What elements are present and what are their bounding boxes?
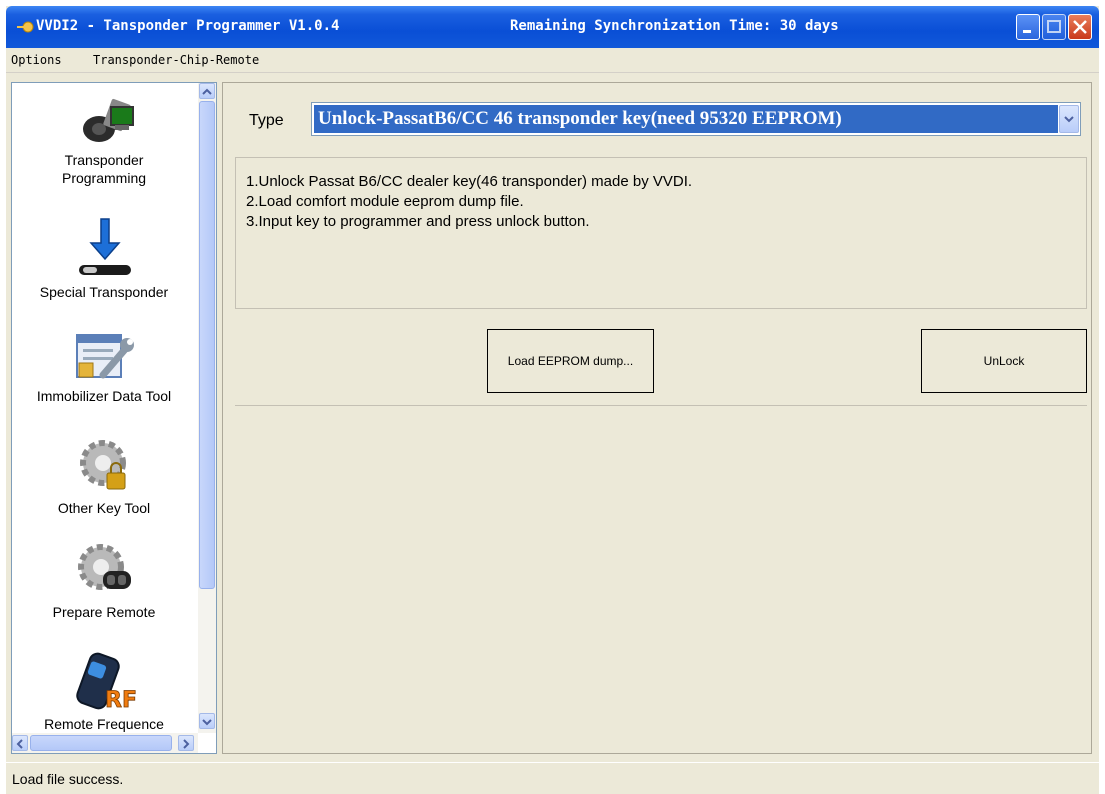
status-bar: Load file success. — [6, 762, 1099, 794]
sidebar-item-remote-frequence[interactable]: RF Remote Frequence — [12, 649, 196, 733]
minimize-button[interactable] — [1016, 14, 1040, 40]
chevron-down-icon — [1064, 116, 1074, 123]
sidebar-item-label: Programming — [61, 170, 147, 186]
wrench-window-icon — [76, 334, 134, 379]
description-line: 1.Unlock Passat B6/CC dealer key(46 tran… — [246, 173, 693, 190]
sidebar-horizontal-scrollbar[interactable] — [12, 733, 198, 753]
sidebar-item-other-key-tool[interactable]: Other Key Tool — [12, 435, 196, 517]
chevron-up-icon — [202, 88, 212, 95]
type-label: Type — [249, 112, 284, 129]
description-line: 2.Load comfort module eeprom dump file. — [246, 193, 524, 210]
close-icon — [1073, 20, 1087, 34]
minimize-icon — [1023, 30, 1031, 33]
sidebar-item-immobilizer-data-tool[interactable]: Immobilizer Data Tool — [12, 327, 196, 405]
menu-bar: Options Transponder-Chip-Remote — [6, 48, 1099, 73]
menu-transponder-chip-remote[interactable]: Transponder-Chip-Remote — [93, 53, 259, 67]
window-title: VVDI2 - Tansponder Programmer V1.0.4 — [36, 18, 340, 34]
sidebar-item-prepare-remote[interactable]: Prepare Remote — [12, 539, 196, 621]
description-line: 3.Input key to programmer and press unlo… — [246, 213, 590, 230]
menu-options[interactable]: Options — [11, 53, 62, 67]
sidebar-item-special-transponder[interactable]: Special Transponder — [12, 213, 196, 301]
download-transponder-icon — [79, 218, 131, 275]
close-button[interactable] — [1068, 14, 1092, 40]
scroll-thumb[interactable] — [199, 101, 215, 589]
status-text: Load file success. — [12, 771, 124, 787]
type-dropdown[interactable]: Unlock-PassatB6/CC 46 transponder key(ne… — [311, 102, 1081, 136]
unlock-button[interactable]: UnLock — [921, 329, 1087, 393]
sidebar-item-label: Prepare Remote — [52, 604, 156, 620]
chevron-left-icon — [16, 739, 23, 749]
sidebar-vertical-scrollbar[interactable] — [198, 83, 216, 733]
sync-remaining-label: Remaining Synchronization Time: 30 days — [510, 18, 839, 34]
sidebar-item-transponder-programming[interactable]: Transponder Programming — [12, 93, 196, 187]
dropdown-button[interactable] — [1059, 105, 1079, 133]
horizontal-scroll-thumb[interactable] — [30, 735, 172, 751]
scroll-up-button[interactable] — [199, 83, 215, 99]
app-window: VVDI2 - Tansponder Programmer V1.0.4 Rem… — [6, 6, 1099, 794]
gear-lock-icon — [80, 440, 126, 490]
title-bar[interactable]: VVDI2 - Tansponder Programmer V1.0.4 Rem… — [6, 6, 1099, 48]
sidebar: Transponder Programming Special Transpon… — [11, 82, 217, 754]
sidebar-item-label: Remote Frequence — [44, 716, 164, 732]
maximize-button[interactable] — [1042, 14, 1066, 40]
chevron-down-icon — [202, 719, 212, 726]
app-key-icon — [17, 21, 34, 33]
divider — [235, 405, 1087, 406]
scroll-down-button[interactable] — [199, 713, 215, 729]
sidebar-item-label: Immobilizer Data Tool — [36, 388, 172, 404]
key-computer-icon — [83, 98, 134, 142]
remote-rf-icon: RF — [76, 652, 137, 713]
main-panel: Type Unlock-PassatB6/CC 46 transponder k… — [222, 82, 1092, 754]
chevron-right-icon — [183, 739, 190, 749]
sidebar-item-label: Transponder — [64, 152, 144, 168]
gear-remote-icon — [78, 544, 131, 590]
description-box: 1.Unlock Passat B6/CC dealer key(46 tran… — [235, 157, 1087, 309]
sidebar-item-label: Other Key Tool — [57, 500, 151, 516]
type-selected-value: Unlock-PassatB6/CC 46 transponder key(ne… — [314, 105, 1058, 133]
scroll-right-button[interactable] — [178, 735, 194, 751]
maximize-icon — [1047, 20, 1061, 33]
load-eeprom-dump-button[interactable]: Load EEPROM dump... — [487, 329, 654, 393]
sidebar-item-label: Special Transponder — [39, 284, 169, 300]
svg-text:RF: RF — [105, 688, 137, 713]
scroll-left-button[interactable] — [12, 735, 28, 751]
